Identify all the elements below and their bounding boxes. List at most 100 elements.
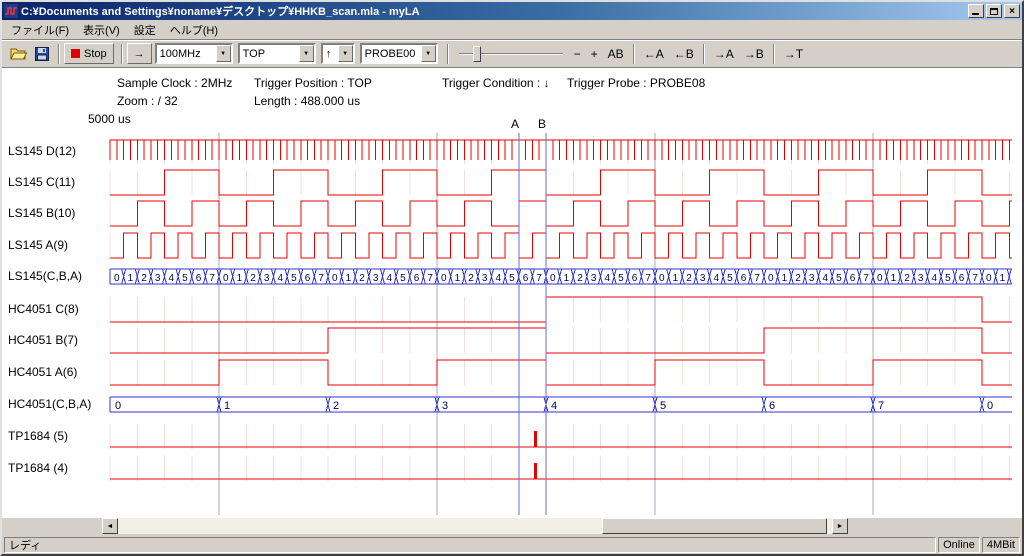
trigger-edge-value: ↑ bbox=[323, 48, 338, 60]
svg-text:3: 3 bbox=[373, 273, 379, 284]
scroll-thumb[interactable] bbox=[602, 518, 827, 534]
svg-text:7: 7 bbox=[863, 273, 869, 284]
svg-text:6: 6 bbox=[196, 273, 202, 284]
svg-text:5: 5 bbox=[618, 273, 624, 284]
maximize-icon bbox=[990, 8, 998, 15]
svg-text:3: 3 bbox=[591, 273, 597, 284]
zoom-out-button[interactable]: − bbox=[569, 43, 586, 64]
menu-settings[interactable]: 設定 bbox=[127, 20, 163, 40]
svg-text:0: 0 bbox=[223, 273, 229, 284]
scroll-right-button[interactable]: ► bbox=[832, 518, 848, 534]
menu-file[interactable]: ファイル(F) bbox=[4, 20, 76, 40]
svg-text:5: 5 bbox=[509, 273, 515, 284]
goto-marker-b-button[interactable]: ←B bbox=[669, 43, 699, 64]
svg-text:4: 4 bbox=[551, 400, 557, 412]
svg-text:0: 0 bbox=[987, 400, 993, 412]
chevron-down-icon[interactable]: ▼ bbox=[338, 45, 353, 62]
save-button[interactable] bbox=[30, 43, 54, 65]
chevron-down-icon[interactable]: ▼ bbox=[299, 45, 314, 62]
open-button[interactable] bbox=[6, 43, 30, 65]
trigger-position-value: TOP bbox=[240, 48, 299, 60]
waveform-plot[interactable]: 0123456701234567012345670123456701234567… bbox=[2, 68, 1022, 518]
goto-marker-a-button[interactable]: ←A bbox=[639, 43, 669, 64]
sample-clock-combo[interactable]: 100MHz ▼ bbox=[155, 43, 233, 64]
trigger-position-combo[interactable]: TOP ▼ bbox=[238, 43, 316, 64]
svg-text:1: 1 bbox=[237, 273, 243, 284]
svg-text:0: 0 bbox=[550, 273, 556, 284]
trigger-probe-text: Trigger Probe : PROBE08 bbox=[567, 76, 705, 90]
svg-text:7: 7 bbox=[318, 273, 324, 284]
svg-text:4: 4 bbox=[823, 273, 829, 284]
menu-view[interactable]: 表示(V) bbox=[76, 20, 127, 40]
svg-text:0: 0 bbox=[115, 400, 121, 412]
set-marker-a-button[interactable]: →A bbox=[709, 43, 739, 64]
svg-text:6: 6 bbox=[959, 273, 965, 284]
trigger-condition-text: Trigger Condition : ↓ bbox=[442, 76, 550, 90]
scroll-left-button[interactable]: ◄ bbox=[102, 518, 118, 534]
trigger-edge-combo[interactable]: ↑ ▼ bbox=[321, 43, 355, 64]
svg-text:6: 6 bbox=[850, 273, 856, 284]
svg-text:7: 7 bbox=[972, 273, 978, 284]
stop-icon bbox=[71, 49, 80, 58]
svg-text:1: 1 bbox=[128, 273, 134, 284]
zoom-ab-button[interactable]: AB bbox=[603, 43, 629, 64]
svg-text:1: 1 bbox=[455, 273, 461, 284]
zoom-slider-thumb[interactable] bbox=[473, 46, 481, 62]
open-folder-icon bbox=[10, 47, 27, 60]
menu-bar: ファイル(F) 表示(V) 設定 ヘルプ(H) bbox=[2, 20, 1022, 39]
app-window: C:¥Documents and Settings¥noname¥デスクトップ¥… bbox=[0, 0, 1024, 556]
sample-clock-value: 100MHz bbox=[157, 48, 216, 60]
svg-text:3: 3 bbox=[482, 273, 488, 284]
trigger-probe-combo[interactable]: PROBE00 ▼ bbox=[360, 43, 438, 64]
chevron-down-icon[interactable]: ▼ bbox=[216, 45, 231, 62]
menu-help[interactable]: ヘルプ(H) bbox=[163, 20, 225, 40]
channel-label-hc4051-a: HC4051 A(6) bbox=[8, 365, 108, 379]
status-online: Online bbox=[938, 537, 980, 553]
svg-text:2: 2 bbox=[333, 400, 339, 412]
goto-trigger-button[interactable]: →T bbox=[779, 43, 808, 64]
channel-label-ls145-a: LS145 A(9) bbox=[8, 238, 108, 252]
svg-text:5: 5 bbox=[836, 273, 842, 284]
minimize-button[interactable] bbox=[968, 4, 984, 18]
svg-text:5: 5 bbox=[400, 273, 406, 284]
svg-text:2: 2 bbox=[795, 273, 801, 284]
svg-text:3: 3 bbox=[442, 400, 448, 412]
svg-text:0: 0 bbox=[768, 273, 774, 284]
svg-text:5: 5 bbox=[660, 400, 666, 412]
close-button[interactable]: × bbox=[1004, 4, 1020, 18]
trigger-position-text: Trigger Position : TOP bbox=[254, 76, 372, 90]
svg-text:3: 3 bbox=[264, 273, 270, 284]
run-button[interactable]: → bbox=[127, 43, 152, 64]
toolbar-separator bbox=[58, 44, 60, 64]
svg-text:4: 4 bbox=[387, 273, 393, 284]
svg-text:6: 6 bbox=[632, 273, 638, 284]
svg-text:2: 2 bbox=[250, 273, 256, 284]
svg-text:0: 0 bbox=[877, 273, 883, 284]
channel-label-hc4051-bus: HC4051(C,B,A) bbox=[8, 397, 108, 411]
scroll-track[interactable] bbox=[118, 518, 832, 534]
length-text: Length : 488.000 us bbox=[254, 94, 360, 108]
chevron-down-icon[interactable]: ▼ bbox=[421, 45, 436, 62]
svg-text:4: 4 bbox=[605, 273, 611, 284]
set-marker-b-button[interactable]: →B bbox=[739, 43, 769, 64]
svg-text:0: 0 bbox=[441, 273, 447, 284]
svg-text:B: B bbox=[538, 117, 546, 131]
svg-text:4: 4 bbox=[278, 273, 284, 284]
stop-button[interactable]: Stop bbox=[64, 43, 114, 64]
toolbar-separator bbox=[447, 44, 449, 64]
svg-text:6: 6 bbox=[523, 273, 529, 284]
svg-text:5: 5 bbox=[291, 273, 297, 284]
title-bar[interactable]: C:¥Documents and Settings¥noname¥デスクトップ¥… bbox=[2, 2, 1022, 20]
waveform-area: 0123456701234567012345670123456701234567… bbox=[2, 67, 1022, 518]
svg-text:7: 7 bbox=[645, 273, 651, 284]
svg-text:4: 4 bbox=[169, 273, 175, 284]
toolbar-separator bbox=[121, 44, 123, 64]
zoom-in-button[interactable]: + bbox=[586, 43, 603, 64]
zoom-slider[interactable] bbox=[459, 44, 563, 64]
maximize-button[interactable] bbox=[986, 4, 1002, 18]
svg-text:3: 3 bbox=[918, 273, 924, 284]
channel-label-ls145-b: LS145 B(10) bbox=[8, 206, 108, 220]
svg-text:1: 1 bbox=[564, 273, 570, 284]
status-memory: 4MBit bbox=[982, 537, 1020, 553]
horizontal-scrollbar[interactable]: ◄ ► bbox=[102, 518, 848, 534]
